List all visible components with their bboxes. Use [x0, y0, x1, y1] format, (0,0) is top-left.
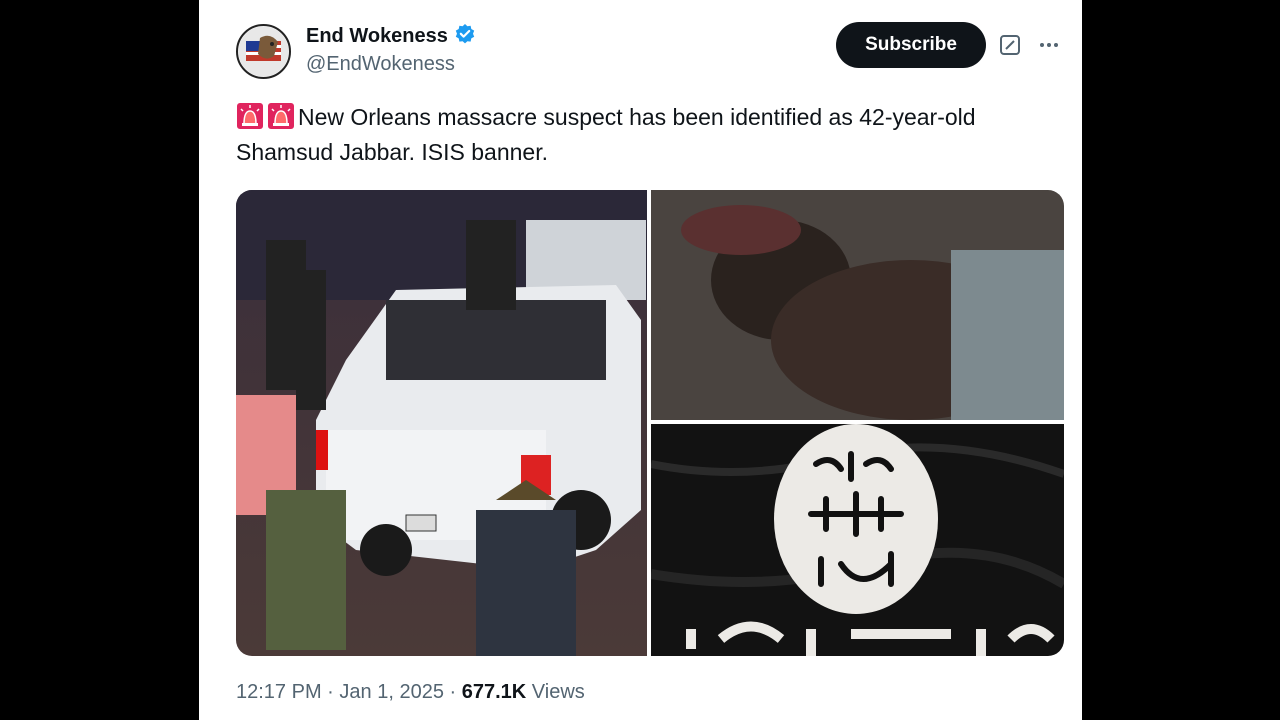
photo-flag[interactable]: [650, 424, 1064, 656]
tweet-text: New Orleans massacre suspect has been id…: [236, 100, 1066, 170]
author-handle[interactable]: @EndWokeness: [306, 53, 455, 76]
meta-separator: ·: [449, 681, 457, 703]
siren-icon: [236, 102, 264, 130]
meta-separator: ·: [327, 681, 334, 703]
more-icon[interactable]: [1037, 30, 1061, 60]
tweet-date[interactable]: Jan 1, 2025: [339, 681, 444, 703]
tweet-meta: 12:17 PM · Jan 1, 2025 · 677.1K Views: [236, 681, 585, 704]
author-row: End Wokeness: [306, 23, 476, 50]
avatar[interactable]: [236, 24, 291, 79]
tweet-time[interactable]: 12:17 PM: [236, 681, 322, 703]
media-grid: [236, 190, 1064, 656]
author-name[interactable]: End Wokeness: [306, 25, 448, 48]
views-label: Views: [531, 681, 585, 703]
siren-icon: [267, 102, 295, 130]
tweet-card: End Wokeness @EndWokeness Subscribe New …: [199, 0, 1082, 720]
subscribe-button[interactable]: Subscribe: [836, 22, 986, 68]
tweet-text-body: New Orleans massacre suspect has been id…: [236, 104, 976, 165]
verified-badge-icon: [454, 23, 476, 50]
photo-police-truck[interactable]: [236, 190, 647, 656]
grok-icon[interactable]: [999, 34, 1021, 56]
photo-suspect[interactable]: [651, 190, 1064, 420]
views-count: 677.1K: [461, 681, 527, 703]
